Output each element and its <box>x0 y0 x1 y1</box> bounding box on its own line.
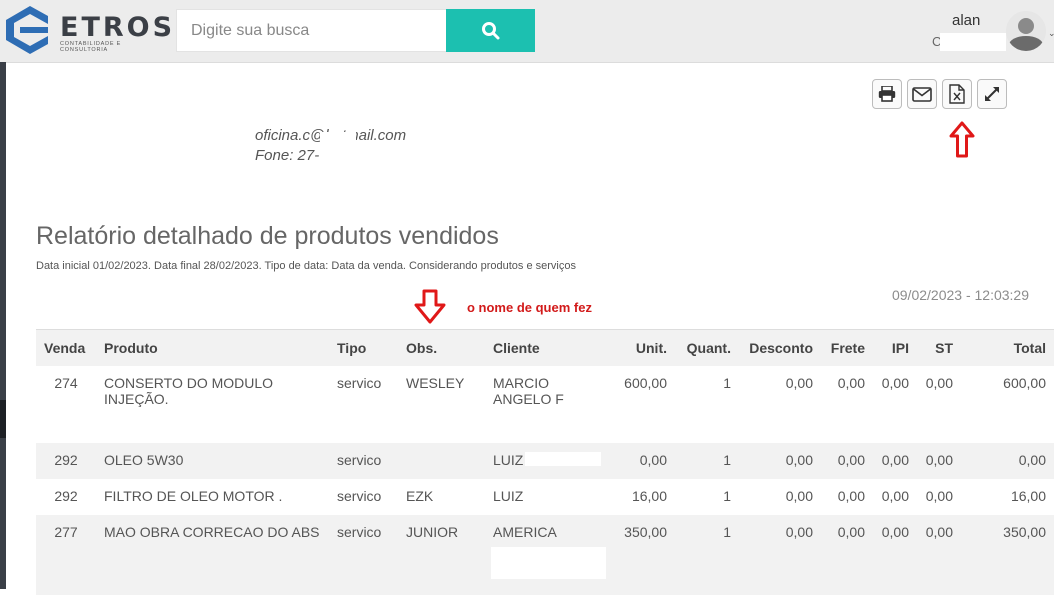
printer-icon <box>878 86 896 102</box>
col-total[interactable]: Total <box>961 329 1054 366</box>
cell-obs: EZK <box>398 479 485 515</box>
cell-quant: 1 <box>675 443 739 479</box>
cell-unit: 0,00 <box>605 443 675 479</box>
cell-tipo: servico <box>329 443 398 479</box>
table-header-row: Venda Produto Tipo Obs. Cliente Unit. Qu… <box>36 329 1054 366</box>
envelope-icon <box>912 86 932 102</box>
col-st[interactable]: ST <box>917 329 961 366</box>
user-avatar-icon[interactable] <box>1006 11 1046 51</box>
cell-obs: WESLEY <box>398 366 485 443</box>
col-obs[interactable]: Obs. <box>398 329 485 366</box>
search-icon <box>481 21 499 39</box>
redaction-mask <box>940 33 1006 51</box>
cell-unit: 600,00 <box>605 366 675 443</box>
sidebar-edge <box>0 62 6 589</box>
cell-desconto: 0,00 <box>739 366 821 443</box>
excel-icon <box>949 84 965 104</box>
cell-desconto: 0,00 <box>739 515 821 595</box>
cell-frete: 0,00 <box>821 479 873 515</box>
col-unit[interactable]: Unit. <box>605 329 675 366</box>
cell-desconto: 0,00 <box>739 479 821 515</box>
brand-logo[interactable]: ETROS CONTABILIDADE E CONSULTORIA <box>6 6 172 54</box>
cell-unit: 350,00 <box>605 515 675 595</box>
page-title: Relatório detalhado de produtos vendidos <box>36 222 499 250</box>
cell-obs: JUNIOR <box>398 515 485 595</box>
cell-frete: 0,00 <box>821 366 873 443</box>
cell-produto: FILTRO DE OLEO MOTOR . <box>96 479 329 515</box>
top-bar: ETROS CONTABILIDADE E CONSULTORIA Digite… <box>0 0 1054 63</box>
cell-cliente: LUIZ <box>485 479 605 515</box>
col-cliente[interactable]: Cliente <box>485 329 605 366</box>
cell-venda: 292 <box>36 443 96 479</box>
col-desconto[interactable]: Desconto <box>739 329 821 366</box>
cell-st: 0,00 <box>917 515 961 595</box>
cell-ipi: 0,00 <box>873 479 917 515</box>
cell-cliente: MARCIO ANGELO F <box>485 366 605 443</box>
print-button[interactable] <box>872 79 902 109</box>
arrow-down-icon <box>414 289 446 324</box>
report-datetime: 09/02/2023 - 12:03:29 <box>891 287 1029 303</box>
search-input[interactable]: Digite sua busca <box>176 9 446 52</box>
cell-produto: MAO OBRA CORRECAO DO ABS <box>96 515 329 595</box>
redaction-mask <box>525 452 601 466</box>
cell-tipo: servico <box>329 366 398 443</box>
cell-total: 600,00 <box>961 366 1054 443</box>
redaction-mask <box>491 547 606 579</box>
cell-tipo: servico <box>329 479 398 515</box>
cell-st: 0,00 <box>917 366 961 443</box>
export-excel-button[interactable] <box>942 79 972 109</box>
email-button[interactable] <box>907 79 937 109</box>
brand-tagline: CONTABILIDADE E CONSULTORIA <box>60 41 122 53</box>
cell-st: 0,00 <box>917 443 961 479</box>
cell-st: 0,00 <box>917 479 961 515</box>
cell-quant: 1 <box>675 515 739 595</box>
col-venda[interactable]: Venda <box>36 329 96 366</box>
chevron-down-icon[interactable]: ⌄ <box>1048 28 1054 39</box>
cell-unit: 16,00 <box>605 479 675 515</box>
cell-tipo: servico <box>329 515 398 595</box>
company-name <box>255 118 406 122</box>
brand-name: ETROS <box>60 12 176 43</box>
cell-total: 0,00 <box>961 443 1054 479</box>
cell-venda: 277 <box>36 515 96 595</box>
cell-quant: 1 <box>675 479 739 515</box>
cell-ipi: 0,00 <box>873 515 917 595</box>
cell-quant: 1 <box>675 366 739 443</box>
cell-frete: 0,00 <box>821 515 873 595</box>
fullscreen-button[interactable] <box>977 79 1007 109</box>
cell-total: 350,00 <box>961 515 1054 595</box>
expand-icon <box>985 87 999 101</box>
cell-ipi: 0,00 <box>873 366 917 443</box>
cell-ipi: 0,00 <box>873 443 917 479</box>
report-subtitle: Data inicial 01/02/2023. Data final 28/0… <box>36 260 576 272</box>
table-row[interactable]: 292 FILTRO DE OLEO MOTOR . servico EZK L… <box>36 479 1054 515</box>
cell-venda: 292 <box>36 479 96 515</box>
search-button[interactable] <box>446 9 535 52</box>
sidebar-edge-mark <box>0 400 6 438</box>
table-row[interactable]: 274 CONSERTO DO MODULO INJEÇÃO. servico … <box>36 366 1054 443</box>
cell-total: 16,00 <box>961 479 1054 515</box>
cell-obs <box>398 443 485 479</box>
cell-produto: OLEO 5W30 <box>96 443 329 479</box>
arrow-up-icon <box>949 121 975 158</box>
col-quant[interactable]: Quant. <box>675 329 739 366</box>
annotation-text: o nome de quem fez <box>467 300 592 315</box>
col-tipo[interactable]: Tipo <box>329 329 398 366</box>
redaction-mask <box>320 132 356 152</box>
col-frete[interactable]: Frete <box>821 329 873 366</box>
cell-venda: 274 <box>36 366 96 443</box>
logo-mark-icon <box>6 6 48 54</box>
col-ipi[interactable]: IPI <box>873 329 917 366</box>
col-produto[interactable]: Produto <box>96 329 329 366</box>
cell-produto: CONSERTO DO MODULO INJEÇÃO. <box>96 366 329 443</box>
cell-frete: 0,00 <box>821 443 873 479</box>
cell-desconto: 0,00 <box>739 443 821 479</box>
user-name[interactable]: alan <box>952 12 980 29</box>
